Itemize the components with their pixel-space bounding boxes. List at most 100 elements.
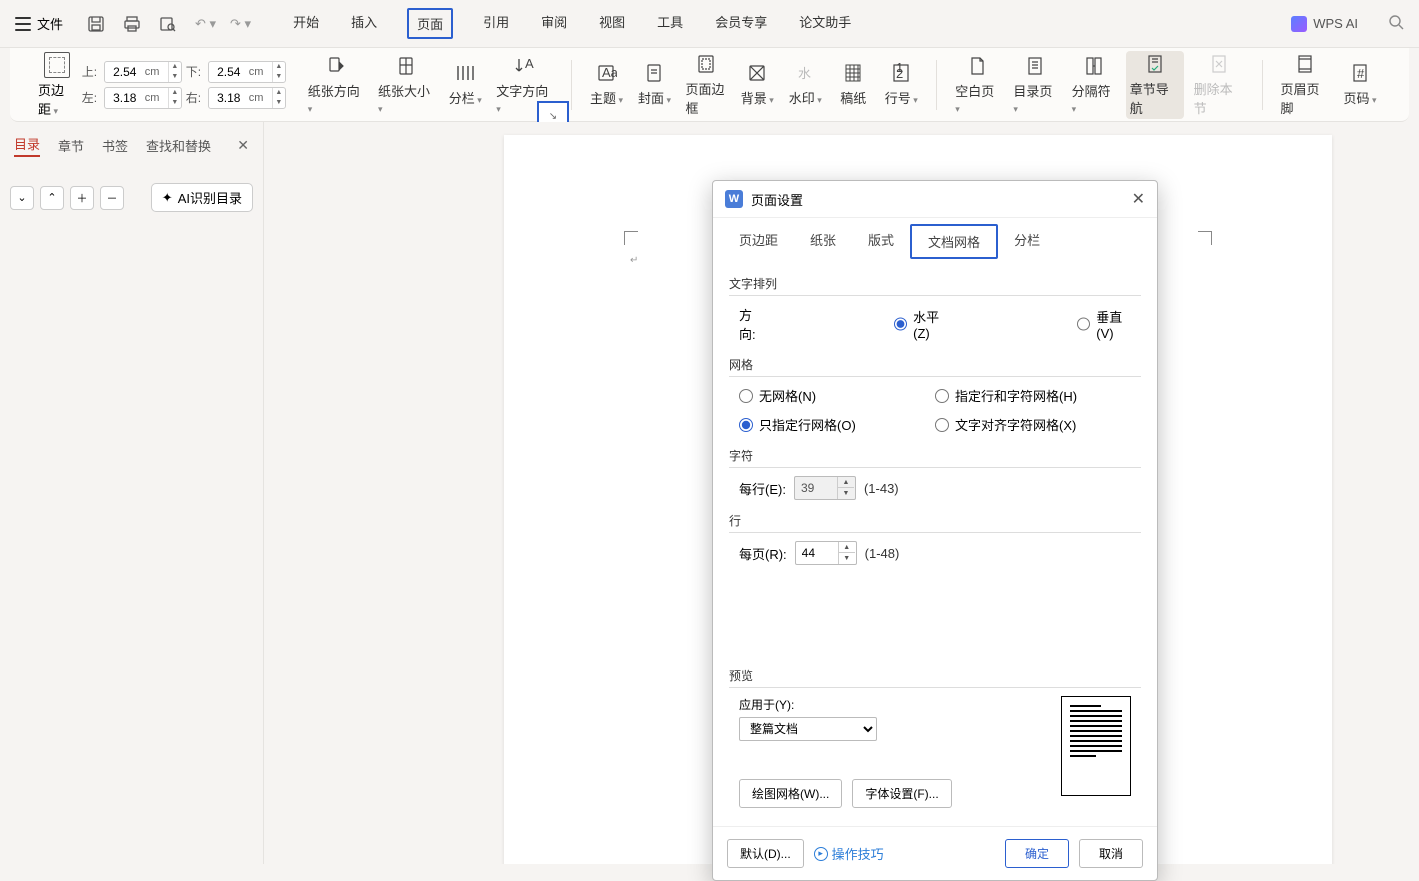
- tab-thesis[interactable]: 论文助手: [797, 8, 853, 39]
- tab-reference[interactable]: 引用: [481, 8, 511, 39]
- section-char: 字符: [729, 447, 1141, 468]
- delete-section-icon: [1208, 53, 1230, 75]
- section-nav-button[interactable]: 章节导航: [1126, 51, 1184, 119]
- margin-bottom-label: 下:: [186, 63, 204, 80]
- tab-view[interactable]: 视图: [597, 8, 627, 39]
- blank-page-icon: [966, 55, 988, 77]
- cover-button[interactable]: 封面: [633, 60, 675, 109]
- margin-marker-icon: [1198, 231, 1212, 245]
- wps-ai-icon: [1291, 16, 1307, 32]
- tab-review[interactable]: 审阅: [539, 8, 569, 39]
- radio-no-grid[interactable]: 无网格(N): [739, 386, 935, 405]
- redo-button[interactable]: ↷ ▾: [230, 16, 251, 32]
- watermark-icon: 水: [794, 62, 816, 84]
- apply-to-select[interactable]: 整篇文档: [739, 717, 877, 741]
- margin-bottom-input[interactable]: cm▲▼: [208, 61, 286, 83]
- section-grid: 网格: [729, 356, 1141, 377]
- margin-top-input[interactable]: cm▲▼: [104, 61, 182, 83]
- search-icon[interactable]: [1388, 14, 1404, 33]
- toc-page-button[interactable]: 目录页: [1009, 53, 1061, 117]
- per-line-range: (1-43): [864, 481, 899, 496]
- radio-align-char-grid[interactable]: 文字对齐字符网格(X): [935, 415, 1131, 434]
- per-page-label: 每页(R):: [739, 544, 787, 563]
- side-tab-toc[interactable]: 目录: [14, 134, 40, 157]
- side-tab-find[interactable]: 查找和替换: [146, 136, 211, 155]
- tab-insert[interactable]: 插入: [349, 8, 379, 39]
- watermark-button[interactable]: 水水印: [784, 60, 826, 109]
- margin-left-label: 左:: [82, 89, 100, 106]
- svg-text:#: #: [1357, 66, 1365, 81]
- dlg-tab-grid[interactable]: 文档网格: [910, 224, 998, 259]
- dlg-tab-layout[interactable]: 版式: [852, 224, 910, 259]
- orientation-button[interactable]: 纸张方向: [304, 53, 368, 117]
- ai-toc-button[interactable]: ✦AI识别目录: [151, 183, 253, 212]
- app-icon: W: [725, 190, 743, 208]
- paragraph-mark-icon: ↵: [630, 255, 638, 266]
- ribbon: 页边距 上: cm▲▼ 下: cm▲▼ 左: cm▲▼ 右: cm▲▼ 纸张方向…: [10, 48, 1409, 122]
- tab-tools[interactable]: 工具: [655, 8, 685, 39]
- page-number-button[interactable]: #页码: [1339, 60, 1381, 109]
- per-line-label: 每行(E):: [739, 479, 786, 498]
- radio-line-char-grid[interactable]: 指定行和字符网格(H): [935, 386, 1131, 405]
- side-tab-bookmark[interactable]: 书签: [102, 136, 128, 155]
- margin-top-label: 上:: [82, 63, 100, 80]
- tab-start[interactable]: 开始: [291, 8, 321, 39]
- theme-button[interactable]: Aa主题: [585, 60, 627, 109]
- menu-tabs: 开始 插入 页面 引用 审阅 视图 工具 会员专享 论文助手: [291, 8, 853, 39]
- per-page-range: (1-48): [865, 546, 900, 561]
- add-button[interactable]: ＋: [70, 186, 94, 210]
- hamburger-icon: [15, 17, 31, 31]
- undo-button[interactable]: ↶ ▾: [195, 16, 216, 32]
- page-margins-button[interactable]: 页边距: [38, 52, 76, 118]
- remove-button[interactable]: －: [100, 186, 124, 210]
- tab-page[interactable]: 页面: [407, 8, 453, 39]
- tips-link[interactable]: ▸操作技巧: [814, 844, 884, 863]
- close-panel-icon[interactable]: ✕: [237, 137, 249, 154]
- paper-size-button[interactable]: 纸张大小: [374, 53, 438, 117]
- lineno-button[interactable]: 12行号: [880, 60, 922, 109]
- draw-grid-button[interactable]: 绘图网格(W)...: [739, 779, 842, 808]
- print-icon[interactable]: [123, 15, 141, 33]
- close-icon[interactable]: ✕: [1132, 189, 1145, 209]
- page-border-button[interactable]: 页面边框: [681, 51, 730, 119]
- font-settings-button[interactable]: 字体设置(F)...: [852, 779, 951, 808]
- svg-text:2: 2: [896, 66, 903, 81]
- radio-vertical[interactable]: 垂直(V): [1077, 307, 1131, 341]
- play-icon: ▸: [814, 847, 828, 861]
- margins-label: 页边距: [38, 80, 76, 118]
- file-menu[interactable]: 文件: [15, 14, 63, 33]
- margin-right-input[interactable]: cm▲▼: [208, 87, 286, 109]
- margin-marker-icon: [624, 231, 638, 245]
- wps-ai-button[interactable]: WPS AI: [1291, 16, 1358, 32]
- save-icon[interactable]: [87, 15, 105, 33]
- background-button[interactable]: 背景: [736, 60, 778, 109]
- svg-text:Aa: Aa: [602, 65, 617, 80]
- expand-down-button[interactable]: ⌄: [10, 186, 34, 210]
- separator-button[interactable]: 分隔符: [1068, 53, 1120, 117]
- delete-section-button: 删除本节: [1190, 51, 1248, 119]
- tab-member[interactable]: 会员专享: [713, 8, 769, 39]
- radio-horizontal[interactable]: 水平(Z): [894, 307, 947, 341]
- preview-thumbnail: [1061, 696, 1131, 796]
- dlg-tab-paper[interactable]: 纸张: [794, 224, 852, 259]
- gaozhi-button[interactable]: 稿纸: [832, 60, 874, 109]
- collapse-up-button[interactable]: ⌃: [40, 186, 64, 210]
- page-border-icon: [695, 53, 717, 75]
- text-direction-icon: A: [513, 55, 535, 77]
- dlg-tab-margins[interactable]: 页边距: [723, 224, 794, 259]
- margins-icon: [44, 52, 70, 78]
- section-nav-icon: [1144, 53, 1166, 75]
- per-page-input[interactable]: ▲▼: [795, 541, 857, 565]
- per-line-input: ▲▼: [794, 476, 856, 500]
- header-footer-button[interactable]: 页眉页脚: [1276, 51, 1333, 119]
- dlg-tab-columns[interactable]: 分栏: [998, 224, 1056, 259]
- columns-icon: [454, 62, 476, 84]
- gaozhi-icon: [842, 62, 864, 84]
- columns-button[interactable]: 分栏: [444, 60, 486, 109]
- side-tab-chapter[interactable]: 章节: [58, 136, 84, 155]
- page-setup-dialog: W 页面设置 ✕ 页边距 纸张 版式 文档网格 分栏 文字排列 方向: 水平(Z…: [712, 180, 1158, 881]
- margin-left-input[interactable]: cm▲▼: [104, 87, 182, 109]
- radio-only-line-grid[interactable]: 只指定行网格(O): [739, 415, 935, 434]
- blank-page-button[interactable]: 空白页: [951, 53, 1003, 117]
- print-preview-icon[interactable]: [159, 15, 177, 33]
